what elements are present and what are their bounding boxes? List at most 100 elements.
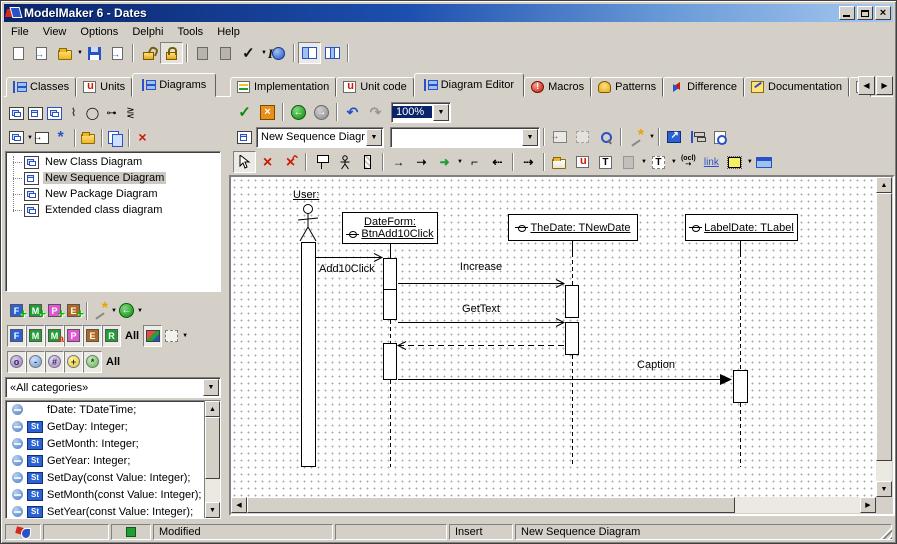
disabled-page-button-2[interactable] <box>214 42 237 64</box>
scroll-up-button[interactable]: ▲ <box>205 401 220 417</box>
find-symbol-button[interactable] <box>594 126 617 148</box>
tab-units[interactable]: Units <box>76 77 132 97</box>
member-row[interactable]: StSetYear(const Value: Integer); <box>6 503 220 519</box>
tab-patterns[interactable]: Patterns <box>591 77 663 97</box>
tree-item-package-diagram[interactable]: New Package Diagram <box>8 186 220 202</box>
dashed-message-tool-button[interactable]: ⇢ <box>517 151 540 173</box>
note-tool-button[interactable] <box>310 151 333 173</box>
package-shape-button[interactable] <box>548 151 571 173</box>
symbol-properties-button[interactable] <box>571 126 594 148</box>
delete-diagram-button[interactable]: × <box>133 127 152 149</box>
browse-globe-button[interactable] <box>267 42 290 64</box>
category-dropdown-button[interactable]: ▼ <box>203 379 219 396</box>
navigate-forward-button[interactable]: → <box>310 101 333 123</box>
paste-shape-button[interactable] <box>617 151 640 173</box>
category-filter-combo[interactable]: «All categories» ▼ <box>5 377 221 398</box>
filter-fields-button[interactable]: F <box>7 325 26 347</box>
shortcut-button[interactable] <box>663 126 686 148</box>
diagram-selector-dropdown[interactable]: ▼ <box>366 129 382 146</box>
delete-with-model-button[interactable]: ×̂ <box>279 151 302 173</box>
tree-item-class-diagram[interactable]: New Class Diagram <box>8 154 220 170</box>
symbol-selector-dropdown[interactable]: ▼ <box>522 129 538 146</box>
menu-delphi[interactable]: Delphi <box>125 24 170 40</box>
open-diagram-folder-button[interactable] <box>79 127 98 149</box>
add-field-button[interactable]: F <box>7 300 26 322</box>
selection-dropdown-arrow[interactable]: ▼ <box>182 333 188 339</box>
scroll-thumb[interactable] <box>205 417 220 479</box>
link-tool-button[interactable]: link <box>700 151 723 173</box>
redo-button[interactable]: ↷ <box>364 101 387 123</box>
actor-tool-button[interactable] <box>333 151 356 173</box>
disabled-page-button-1[interactable] <box>191 42 214 64</box>
add-diagram-button[interactable] <box>233 126 256 148</box>
delete-symbol-button[interactable]: × <box>256 151 279 173</box>
diagram-canvas[interactable]: User: DateForm: BtnAdd10Click TheDate: T… <box>231 177 876 497</box>
resize-grip[interactable] <box>880 527 892 539</box>
member-list[interactable]: fDate: TDateTime; StGetDay: Integer; StG… <box>5 400 221 519</box>
visibility-published-button[interactable]: * <box>83 351 102 373</box>
message-label-increase[interactable]: Increase <box>431 261 531 273</box>
tree-item-extended-class-diagram[interactable]: Extended class diagram <box>8 202 220 218</box>
menu-view[interactable]: View <box>36 24 74 40</box>
fill-color-button[interactable] <box>723 151 746 173</box>
editor-wizard-dropdown-arrow[interactable]: ▼ <box>649 134 655 140</box>
unit-shape-button[interactable] <box>571 151 594 173</box>
filter-events-button[interactable]: E <box>83 325 102 347</box>
visibility-all-label[interactable]: All <box>106 356 120 368</box>
zoom-dropdown-button[interactable]: ▼ <box>433 104 449 121</box>
scroll-left-button[interactable]: ◀ <box>231 497 247 513</box>
close-button[interactable]: × <box>875 6 891 20</box>
member-row[interactable]: StGetMonth: Integer; <box>6 435 220 452</box>
async-message-tool-button[interactable]: ➝ <box>410 151 433 173</box>
member-list-scrollbar[interactable]: ▲ ▼ <box>204 401 220 518</box>
filter-resolved-button[interactable]: R <box>102 325 121 347</box>
member-wizard-button[interactable] <box>91 300 110 322</box>
export-diagram-button[interactable] <box>33 127 52 149</box>
add-diagram-button[interactable] <box>7 127 26 149</box>
canvas-vertical-scrollbar[interactable]: ▲ ▼ <box>876 177 892 497</box>
tab-difference[interactable]: Difference <box>663 77 744 97</box>
member-row[interactable]: StGetYear: Integer; <box>6 452 220 469</box>
undo-button[interactable]: ↶ <box>341 101 364 123</box>
save-as-button[interactable] <box>106 42 129 64</box>
member-row[interactable]: StGetDay: Integer; <box>6 418 220 435</box>
menu-file[interactable]: File <box>4 24 36 40</box>
add-method-button[interactable]: M <box>26 300 45 322</box>
tab-scroll-right-button[interactable]: ▶ <box>876 76 893 95</box>
tab-unit-code[interactable]: Unit code <box>336 77 413 97</box>
tab-scroll-left-button[interactable]: ◀ <box>858 76 875 95</box>
minimize-button[interactable] <box>839 6 855 20</box>
tab-documentation[interactable]: Documentation <box>744 77 849 97</box>
scroll-up-button[interactable]: ▲ <box>876 177 892 193</box>
add-message-to-model-button[interactable]: ➜ <box>433 151 456 173</box>
member-row[interactable]: fDate: TDateTime; <box>6 401 220 418</box>
tab-implementation[interactable]: Implementation <box>230 77 336 97</box>
message-label-add10click[interactable]: Add10Click <box>319 263 375 275</box>
symbol-selector-combo[interactable]: ▼ <box>390 127 540 148</box>
filter-properties-button[interactable]: P <box>64 325 83 347</box>
lock-button[interactable] <box>160 42 183 64</box>
use-case-diagram-button[interactable]: ◯ <box>83 103 102 125</box>
tab-diagrams[interactable]: Diagrams <box>132 73 216 97</box>
visibility-default-button[interactable]: o <box>7 351 26 373</box>
tab-classes[interactable]: Classes <box>6 77 76 97</box>
sequence-diagram-button[interactable] <box>26 103 45 125</box>
save-model-button[interactable] <box>83 42 106 64</box>
collaboration-diagram-button[interactable]: ⌇ <box>64 103 83 125</box>
navigate-back-button[interactable]: ← <box>117 300 136 322</box>
visibility-private-button[interactable]: - <box>26 351 45 373</box>
layout-columns-button[interactable] <box>321 42 344 64</box>
canvas-horizontal-scrollbar[interactable]: ◀ ▶ <box>231 497 876 513</box>
select-tool-button[interactable] <box>233 151 256 173</box>
new-model-button[interactable] <box>7 42 30 64</box>
menu-tools[interactable]: Tools <box>171 24 211 40</box>
locate-in-model-button[interactable] <box>548 126 571 148</box>
tree-item-sequence-diagram[interactable]: New Sequence Diagram <box>8 170 220 186</box>
diagram-tree[interactable]: New Class Diagram New Sequence Diagram N… <box>5 151 221 292</box>
message-label-gettext[interactable]: GetText <box>431 303 531 315</box>
navigate-back-button[interactable]: ← <box>287 101 310 123</box>
tab-diagram-editor[interactable]: Diagram Editor <box>414 73 524 97</box>
scroll-down-button[interactable]: ▼ <box>876 481 892 497</box>
scroll-right-button[interactable]: ▶ <box>860 497 876 513</box>
activation-tool-button[interactable] <box>356 151 379 173</box>
